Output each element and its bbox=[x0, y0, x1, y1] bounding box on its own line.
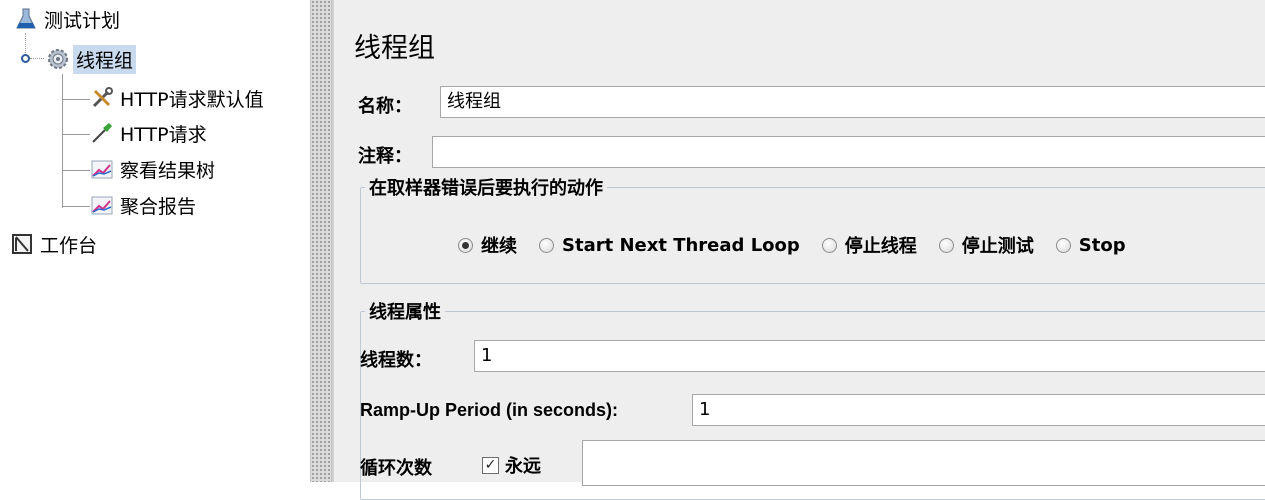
tree-item-view-results-tree[interactable]: 察看结果树 bbox=[90, 156, 218, 182]
tree-item-label: 工作台 bbox=[40, 234, 98, 257]
threads-field[interactable]: 1 bbox=[474, 340, 1265, 372]
split-pane-divider[interactable] bbox=[310, 0, 332, 482]
group-legend: 线程属性 bbox=[369, 302, 441, 323]
tree-item-label: 线程组 bbox=[73, 44, 137, 74]
workbench-icon bbox=[10, 232, 34, 256]
rampup-label: Ramp-Up Period (in seconds): bbox=[360, 400, 619, 420]
radio-stop-thread[interactable]: 停止线程 bbox=[821, 232, 917, 258]
sampler-error-action-group: 在取样器错误后要执行的动作 bbox=[360, 174, 1265, 284]
forever-checkbox-row[interactable]: ✓ 永远 bbox=[482, 452, 541, 478]
rampup-field[interactable]: 1 bbox=[692, 394, 1265, 426]
tree-connector bbox=[62, 74, 63, 208]
radio-button[interactable] bbox=[938, 237, 954, 253]
forever-label: 永远 bbox=[505, 456, 541, 477]
thread-group-panel: 线程组 名称： 线程组 注释： 在取样器错误后要执行的动作 继续 Start N… bbox=[332, 0, 1265, 500]
name-field[interactable]: 线程组 bbox=[440, 86, 1265, 118]
tree-item-test-plan[interactable]: 测试计划 bbox=[14, 6, 123, 32]
tree-item-http-defaults[interactable]: HTTP请求默认值 bbox=[90, 85, 267, 111]
radio-label: Start Next Thread Loop bbox=[562, 234, 800, 256]
tree-connector bbox=[62, 134, 90, 135]
radio-button[interactable] bbox=[821, 237, 837, 253]
radio-button-selected[interactable] bbox=[458, 237, 473, 253]
gear-icon bbox=[46, 47, 70, 71]
radio-button[interactable] bbox=[1055, 237, 1071, 253]
graph-icon bbox=[90, 157, 114, 181]
test-plan-flask-icon bbox=[14, 7, 38, 31]
pipette-icon bbox=[90, 121, 114, 145]
radio-label: 停止线程 bbox=[844, 236, 917, 257]
tree-item-aggregate-report[interactable]: 聚合报告 bbox=[90, 192, 199, 218]
tree-expand-handle[interactable] bbox=[21, 54, 30, 63]
tree-item-http-request[interactable]: HTTP请求 bbox=[90, 120, 210, 146]
radio-start-next-thread-loop[interactable]: Start Next Thread Loop bbox=[539, 235, 800, 256]
forever-checkbox[interactable]: ✓ bbox=[482, 456, 499, 474]
comment-field[interactable] bbox=[432, 136, 1265, 168]
radio-continue[interactable]: 继续 bbox=[458, 232, 517, 258]
tree-item-workbench[interactable]: 工作台 bbox=[10, 231, 100, 257]
loop-count-label: 循环次数 bbox=[360, 458, 432, 479]
tree-item-thread-group[interactable]: 线程组 bbox=[46, 44, 137, 74]
tree-connector bbox=[62, 170, 90, 171]
tree-connector bbox=[62, 206, 90, 207]
name-label: 名称： bbox=[358, 96, 412, 117]
comment-label: 注释： bbox=[358, 146, 412, 167]
tree-connector bbox=[62, 99, 90, 100]
tree-item-label: 察看结果树 bbox=[120, 159, 216, 182]
loop-count-field[interactable] bbox=[582, 440, 1265, 486]
graph-icon bbox=[90, 193, 114, 217]
test-plan-tree: 测试计划 线程组 HTTP请求默认值 HTTP请求 察看结果树 聚合报告 工作台 bbox=[0, 0, 310, 482]
tree-item-label: HTTP请求默认值 bbox=[120, 88, 264, 111]
tree-connector bbox=[25, 33, 26, 53]
tree-connector bbox=[30, 58, 44, 59]
tree-item-label: HTTP请求 bbox=[120, 123, 207, 146]
page-title: 线程组 bbox=[354, 33, 435, 64]
radio-label: 继续 bbox=[481, 236, 517, 257]
error-action-radio-group: 继续 Start Next Thread Loop 停止线程 停止测试 Stop bbox=[458, 232, 1148, 258]
radio-stop-test[interactable]: 停止测试 bbox=[938, 232, 1034, 258]
tree-item-label: 聚合报告 bbox=[120, 195, 197, 218]
tools-wrench-icon bbox=[90, 86, 114, 110]
radio-label: 停止测试 bbox=[961, 236, 1034, 257]
radio-stop-test-now[interactable]: Stop bbox=[1055, 234, 1126, 256]
group-legend: 在取样器错误后要执行的动作 bbox=[369, 178, 603, 199]
tree-item-label: 测试计划 bbox=[44, 9, 121, 32]
radio-label: Stop bbox=[1078, 234, 1126, 256]
threads-label: 线程数： bbox=[360, 350, 432, 371]
radio-button[interactable] bbox=[539, 237, 554, 253]
